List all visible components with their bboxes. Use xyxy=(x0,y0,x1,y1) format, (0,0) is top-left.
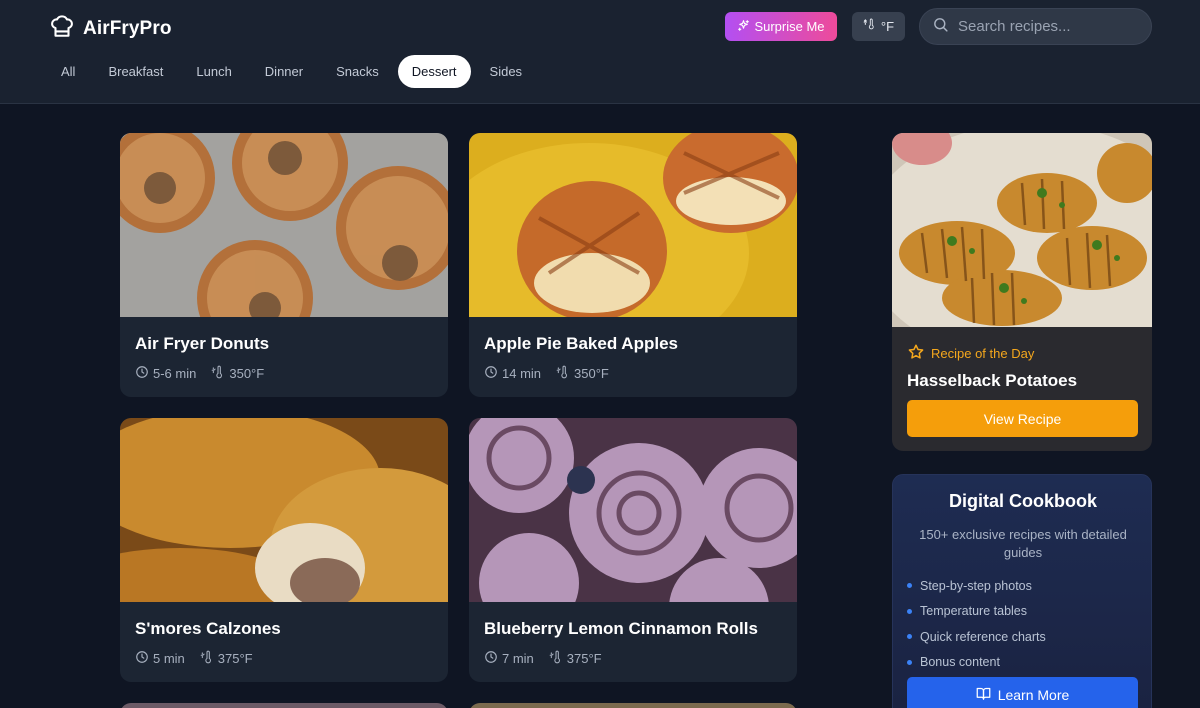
bullet-icon xyxy=(907,608,912,614)
recipe-of-the-day-card: Recipe of the Day Hasselback Potatoes Vi… xyxy=(892,133,1152,451)
recipe-meta: 14 min 350°F xyxy=(484,365,624,382)
recipe-of-the-day-photo xyxy=(892,133,1152,327)
category-tabs: All Breakfast Lunch Dinner Snacks Desser… xyxy=(47,55,541,88)
tab-dessert[interactable]: Dessert xyxy=(397,55,471,88)
cook-time: 5-6 min xyxy=(153,366,197,381)
search-bar[interactable] xyxy=(919,8,1152,45)
digital-cookbook-promo: Digital Cookbook 150+ exclusive recipes … xyxy=(892,474,1152,708)
surprise-me-label: Surprise Me xyxy=(754,19,825,34)
list-item: Bonus content xyxy=(907,650,1046,676)
recipe-photo xyxy=(469,133,797,317)
recipe-card[interactable]: Apple Pie Baked Apples 14 min 350°F xyxy=(469,133,797,397)
recipe-meta: 5 min 375°F xyxy=(135,650,268,667)
bullet-icon xyxy=(907,583,912,589)
cook-time: 7 min xyxy=(502,651,534,666)
clock-icon xyxy=(484,650,498,667)
cook-temperature: 350°F xyxy=(574,366,609,381)
clock-icon xyxy=(135,365,149,382)
feature-text: Temperature tables xyxy=(920,604,1028,619)
temperature-unit-toggle[interactable]: °F xyxy=(852,12,905,41)
list-item: Quick reference charts xyxy=(907,624,1046,650)
recipe-title: Air Fryer Donuts xyxy=(135,334,270,353)
star-icon xyxy=(907,343,925,364)
bullet-icon xyxy=(907,659,912,665)
recipe-card[interactable]: S'mores Calzones 5 min 375°F xyxy=(120,418,448,682)
tab-lunch[interactable]: Lunch xyxy=(182,55,245,88)
learn-more-label: Learn More xyxy=(997,687,1070,703)
list-item: Step-by-step photos xyxy=(907,573,1046,599)
thermometer-icon xyxy=(556,365,570,382)
feature-text: Quick reference charts xyxy=(920,629,1046,644)
app-name: AirFryPro xyxy=(83,17,172,39)
tab-snacks[interactable]: Snacks xyxy=(322,55,393,88)
search-input[interactable] xyxy=(958,18,1138,35)
recipe-card[interactable]: Air Fryer Donuts 5-6 min 350°F xyxy=(120,133,448,397)
recipe-card-peek[interactable] xyxy=(120,703,448,708)
clock-icon xyxy=(135,650,149,667)
feature-text: Bonus content xyxy=(920,655,1000,670)
learn-more-button[interactable]: Learn More xyxy=(907,677,1138,708)
view-recipe-button[interactable]: View Recipe xyxy=(907,400,1138,437)
cookbook-description: 150+ exclusive recipes with detailed gui… xyxy=(919,527,1127,560)
recipe-of-the-day-text: Recipe of the Day xyxy=(931,346,1035,361)
cook-time: 14 min xyxy=(502,366,542,381)
tab-all[interactable]: All xyxy=(47,55,89,88)
recipe-title: Apple Pie Baked Apples xyxy=(484,334,678,353)
list-item: Temperature tables xyxy=(907,599,1046,625)
clock-icon xyxy=(484,365,498,382)
tab-sides[interactable]: Sides xyxy=(476,55,537,88)
cookbook-feature-list: Step-by-step photos Temperature tables Q… xyxy=(907,573,1046,675)
thermometer-icon xyxy=(549,650,563,667)
sparkles-icon xyxy=(737,19,750,35)
cook-temperature: 375°F xyxy=(566,651,602,666)
recipe-title: Blueberry Lemon Cinnamon Rolls xyxy=(484,619,758,638)
thermometer-icon xyxy=(211,365,225,382)
cook-temperature: 350°F xyxy=(229,366,265,381)
feature-text: Step-by-step photos xyxy=(920,578,1032,593)
tab-breakfast[interactable]: Breakfast xyxy=(94,55,177,88)
cook-time: 5 min xyxy=(153,651,185,666)
app-header: AirFryPro Surprise Me °F All Break xyxy=(0,0,1200,104)
surprise-me-button[interactable]: Surprise Me xyxy=(725,12,837,41)
tab-dinner[interactable]: Dinner xyxy=(251,55,317,88)
recipe-meta: 5-6 min 350°F xyxy=(135,365,279,382)
thermometer-sun-icon xyxy=(863,18,877,35)
book-open-icon xyxy=(976,686,991,704)
recipe-title: S'mores Calzones xyxy=(135,619,281,638)
recipe-card[interactable]: Blueberry Lemon Cinnamon Rolls 7 min 375… xyxy=(469,418,797,682)
recipe-card-peek[interactable] xyxy=(469,703,797,708)
bullet-icon xyxy=(907,634,912,640)
thermometer-icon xyxy=(200,650,214,667)
recipe-photo xyxy=(120,418,448,602)
recipe-meta: 7 min 375°F xyxy=(484,650,617,667)
recipe-of-the-day-label: Recipe of the Day xyxy=(907,343,1034,364)
app-logo[interactable]: AirFryPro xyxy=(49,13,172,44)
recipe-photo xyxy=(120,133,448,317)
recipe-of-the-day-name: Hasselback Potatoes xyxy=(907,371,1078,390)
unit-label: °F xyxy=(880,19,895,34)
search-icon xyxy=(932,16,949,38)
chef-hat-icon xyxy=(49,13,75,44)
recipe-photo xyxy=(469,418,797,602)
cookbook-title: Digital Cookbook xyxy=(949,491,1097,511)
cook-temperature: 375°F xyxy=(217,651,253,666)
